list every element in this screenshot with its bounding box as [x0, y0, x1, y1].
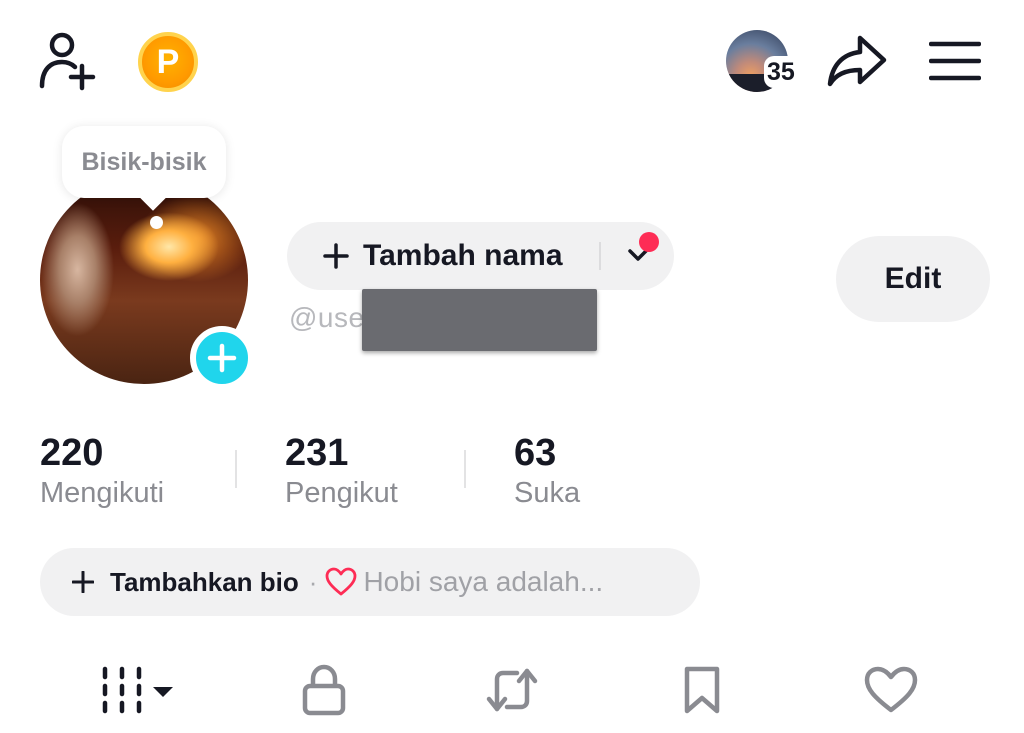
share-icon [827, 35, 887, 87]
add-name-label: Tambah nama [363, 239, 563, 272]
add-bio-pill[interactable]: Tambahkan bio · Hobi saya adalah... [40, 548, 700, 616]
edit-label: Edit [884, 262, 942, 295]
followers-label: Pengikut [285, 477, 398, 509]
likes-label: Suka [514, 477, 581, 509]
hamburger-menu-icon [929, 41, 981, 81]
coin-button[interactable]: P [138, 32, 198, 92]
followers-count: 231 [285, 432, 349, 474]
repost-icon [486, 668, 538, 712]
plus-icon [323, 243, 349, 269]
bio-separator: · [308, 566, 318, 597]
share-button[interactable] [822, 30, 892, 92]
divider [599, 242, 601, 270]
username: @use [289, 302, 365, 333]
menu-button[interactable] [926, 36, 984, 86]
stat-likes[interactable]: 63 Suka [514, 432, 580, 510]
coin-letter: P [156, 42, 180, 81]
stat-followers[interactable]: 231 Pengikut [285, 432, 398, 510]
stat-divider [464, 450, 466, 488]
tab-private[interactable] [294, 660, 354, 720]
story-avatar-button[interactable]: 35 [726, 30, 804, 92]
bio-hint: Hobi saya adalah... [363, 566, 604, 597]
add-friend-button[interactable] [36, 30, 100, 92]
bookmark-icon [684, 666, 720, 714]
tab-videos[interactable] [94, 660, 180, 720]
following-count: 220 [40, 432, 104, 474]
story-count: 35 [764, 56, 798, 88]
notification-dot [639, 232, 659, 252]
videos-grid-icon [102, 666, 173, 714]
avatar-add-button[interactable] [190, 326, 254, 390]
stat-divider [235, 450, 237, 488]
tab-liked[interactable] [860, 660, 922, 720]
plus-icon [72, 571, 94, 593]
add-friend-icon [39, 32, 96, 91]
edit-profile-button[interactable]: Edit [836, 236, 990, 322]
plus-icon [207, 343, 237, 373]
stat-following[interactable]: 220 Mengikuti [40, 432, 164, 510]
add-bio-label: Tambahkan bio [110, 566, 299, 597]
tab-reposts[interactable] [480, 660, 544, 720]
heart-outline-icon [326, 567, 357, 596]
tooltip-bubble[interactable]: Bisik-bisik [62, 126, 226, 198]
tab-favorites[interactable] [676, 660, 728, 720]
tooltip-text: Bisik-bisik [81, 147, 207, 176]
likes-count: 63 [514, 432, 557, 474]
tooltip-pointer-dot [150, 216, 163, 229]
redaction-box [362, 289, 597, 351]
following-label: Mengikuti [40, 477, 165, 509]
add-name-pill[interactable]: Tambah nama [287, 222, 674, 290]
heart-icon [864, 666, 918, 713]
lock-icon [302, 664, 346, 716]
